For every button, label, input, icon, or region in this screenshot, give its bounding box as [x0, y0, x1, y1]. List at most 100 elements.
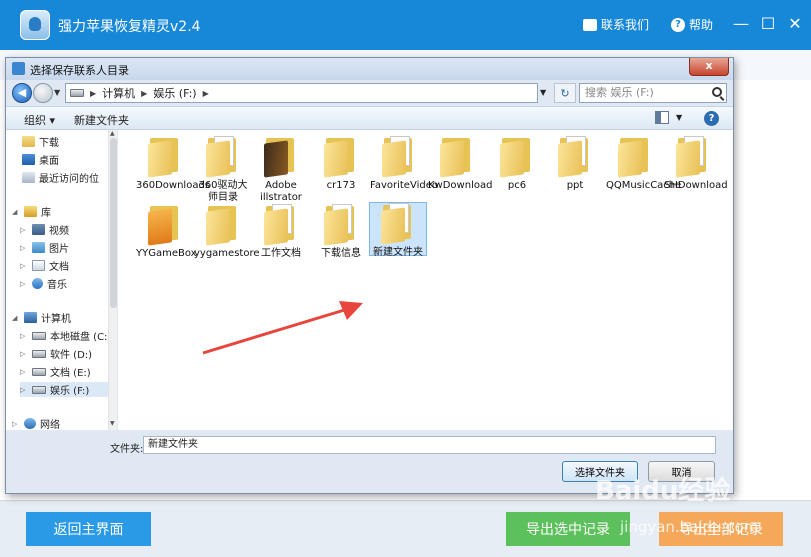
folder-icon — [558, 136, 592, 178]
folder-icon — [324, 204, 358, 246]
export-selected-button[interactable]: 导出选中记录 — [506, 512, 630, 546]
nav-label: 桌面 — [39, 156, 59, 167]
folder-icon — [264, 204, 298, 246]
nav-item-music[interactable]: ▷ 音乐 — [20, 276, 67, 291]
folder-item[interactable]: SHDownload — [664, 136, 728, 192]
maximize-button[interactable]: ☐ — [757, 13, 779, 35]
folder-item[interactable]: 下载信息 — [312, 204, 370, 260]
dialog-toolbar: 组织 ▾ 新建文件夹 ▼ ? — [6, 106, 733, 130]
search-placeholder: 搜索 娱乐 (F:) — [585, 86, 654, 99]
help-icon[interactable]: ? — [704, 111, 719, 126]
address-bar[interactable]: ▶ 计算机 ▶ 娱乐 (F:) ▶ — [65, 83, 538, 103]
expand-icon[interactable]: ▷ — [20, 280, 28, 288]
app-titlebar: 强力苹果恢复精灵v2.4 联系我们 ? 帮助 — ☐ ✕ — [0, 0, 811, 50]
nav-item-desktop[interactable]: 桌面 — [22, 152, 59, 167]
nav-item-drive-e[interactable]: ▷ 文档 (E:) — [20, 364, 91, 379]
folder-name-field[interactable]: 新建文件夹 — [143, 436, 716, 454]
folder-icon — [324, 136, 358, 178]
expand-icon[interactable]: ▷ — [20, 350, 28, 358]
back-to-main-button[interactable]: 返回主界面 — [26, 512, 151, 546]
folder-item[interactable]: KwDownload — [428, 136, 492, 192]
organize-menu[interactable]: 组织 ▾ — [24, 112, 55, 128]
nav-item-documents[interactable]: ▷ 文档 — [20, 258, 69, 273]
folder-name: 新建文件夹 — [373, 247, 423, 258]
folder-item[interactable]: pc6 — [488, 136, 546, 192]
view-options-icon[interactable] — [655, 111, 669, 124]
expand-icon[interactable]: ▷ — [12, 420, 20, 428]
navigation-pane: 下载 桌面 最近访问的位 ◢ 库 ▷ 视频 ▷ 图片 ▷ 文档 ▷ 音乐 ◢ 计… — [6, 130, 117, 430]
folder-icon — [500, 136, 534, 178]
nav-item-drive-f[interactable]: ▷ 娱乐 (F:) — [20, 382, 108, 397]
close-button[interactable]: ✕ — [784, 13, 806, 35]
nav-label: 库 — [41, 208, 51, 219]
game-folder-icon — [148, 204, 182, 246]
scroll-thumb[interactable] — [110, 138, 117, 308]
nav-item-pictures[interactable]: ▷ 图片 — [20, 240, 69, 255]
history-dropdown-icon[interactable]: ▼ — [54, 88, 60, 97]
folder-icon — [382, 136, 416, 178]
folder-icon — [440, 136, 474, 178]
watermark-url: jingyan.baidu.com — [620, 518, 759, 536]
folder-item[interactable]: QQMusicCache — [606, 136, 681, 192]
file-list: 360Downloads 360驱动大师目录 Adobe illstrator … — [118, 130, 733, 430]
nav-label: 图片 — [49, 244, 69, 255]
folder-name: 360驱动大师目录 — [198, 180, 248, 203]
dialog-close-button[interactable]: x — [689, 58, 729, 76]
folder-item[interactable]: ppt — [546, 136, 604, 192]
search-input[interactable]: 搜索 娱乐 (F:) — [579, 83, 727, 103]
folder-item-selected[interactable]: 新建文件夹 — [369, 202, 427, 258]
forward-arrow-icon[interactable] — [33, 83, 53, 103]
expand-icon[interactable]: ▷ — [20, 226, 28, 234]
breadcrumb-computer[interactable]: 计算机 — [102, 85, 135, 101]
nav-label: 娱乐 (F:) — [50, 386, 90, 397]
drive-icon — [32, 331, 46, 340]
nav-item-drive-d[interactable]: ▷ 软件 (D:) — [20, 346, 92, 361]
chevron-right-icon[interactable]: ▶ — [90, 89, 96, 98]
nav-item-downloads[interactable]: 下载 — [22, 134, 59, 149]
scroll-down-icon[interactable]: ▼ — [110, 420, 115, 427]
drive-icon — [32, 349, 46, 358]
music-library-icon — [32, 278, 43, 289]
chevron-right-icon[interactable]: ▶ — [203, 89, 209, 98]
view-dropdown-icon[interactable]: ▼ — [676, 113, 682, 122]
folder-name: cr173 — [326, 180, 356, 191]
chevron-right-icon[interactable]: ▶ — [141, 89, 147, 98]
folder-item[interactable]: yygamestore — [194, 204, 260, 260]
folder-item[interactable]: 工作文档 — [252, 204, 310, 260]
refresh-icon[interactable]: ↻ — [554, 83, 576, 103]
nav-label: 最近访问的位 — [39, 174, 99, 185]
address-dropdown-icon[interactable]: ▼ — [540, 88, 546, 97]
expand-icon[interactable]: ▷ — [20, 386, 28, 394]
nav-item-computer[interactable]: ◢ 计算机 — [12, 310, 71, 325]
nav-scrollbar[interactable]: ▲ ▼ — [108, 130, 117, 430]
folder-item[interactable]: 360Downloads — [136, 136, 210, 192]
new-folder-button[interactable]: 新建文件夹 — [74, 112, 129, 128]
nav-item-libraries[interactable]: ◢ 库 — [12, 204, 51, 219]
recent-places-icon — [22, 172, 35, 183]
expand-icon[interactable]: ▷ — [20, 368, 28, 376]
expand-icon[interactable]: ▷ — [20, 244, 28, 252]
nav-label: 本地磁盘 (C:) — [50, 332, 112, 343]
nav-item-videos[interactable]: ▷ 视频 — [20, 222, 69, 237]
expand-icon[interactable]: ▷ — [20, 262, 28, 270]
folder-item[interactable]: cr173 — [312, 136, 370, 192]
folder-item[interactable]: Adobe illstrator — [252, 136, 310, 204]
expand-icon[interactable]: ▷ — [20, 332, 28, 340]
folder-name: ppt — [566, 180, 584, 191]
nav-item-network[interactable]: ▷ 网络 — [12, 416, 60, 430]
watermark-text: Baidu经验 — [595, 476, 731, 506]
minimize-button[interactable]: — — [730, 13, 752, 35]
expand-icon[interactable]: ◢ — [12, 314, 20, 322]
folder-item[interactable]: YYGameBox — [136, 204, 197, 260]
scroll-up-icon[interactable]: ▲ — [110, 130, 115, 137]
help-link[interactable]: ? 帮助 — [671, 16, 713, 33]
expand-icon[interactable]: ◢ — [12, 208, 20, 216]
folder-item[interactable]: 360驱动大师目录 — [194, 136, 252, 204]
folder-icon — [206, 136, 240, 178]
contact-us-link[interactable]: 联系我们 — [583, 16, 649, 33]
nav-item-drive-c[interactable]: ▷ 本地磁盘 (C:) — [20, 328, 111, 343]
back-arrow-icon[interactable]: ◀ — [12, 83, 32, 103]
folder-item[interactable]: FavoriteVideo — [370, 136, 438, 192]
breadcrumb-drive-f[interactable]: 娱乐 (F:) — [153, 85, 196, 101]
nav-item-recent[interactable]: 最近访问的位 — [22, 170, 99, 185]
